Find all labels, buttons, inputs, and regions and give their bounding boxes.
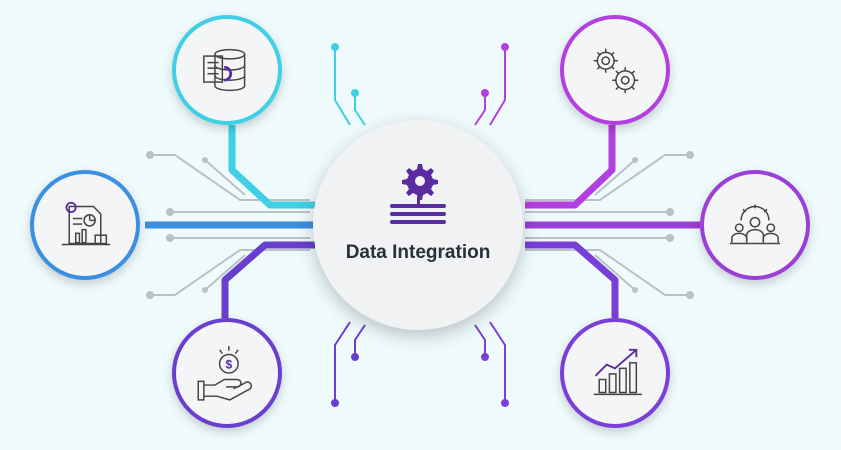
integration-diagram: $ Data Integration: [0, 0, 841, 450]
payment-node: $: [172, 318, 282, 428]
connector-settings: [525, 125, 616, 209]
bottom-right-circuit: [474, 321, 506, 403]
team-node: [700, 170, 810, 280]
hub-title: Data Integration: [345, 242, 491, 263]
growth-chart-icon: [593, 348, 642, 396]
gears-icon: [593, 48, 639, 94]
connector-database: [228, 125, 315, 209]
report-chart-icon: [61, 201, 111, 246]
connector-growth: [525, 241, 619, 318]
data-integration-hub: Data Integration: [313, 120, 523, 330]
svg-text:$: $: [226, 357, 233, 371]
gear-server-icon: [390, 164, 446, 224]
top-right-circuit: [474, 47, 506, 126]
hand-dollar-coin-icon: $: [197, 346, 253, 401]
settings-node: [560, 15, 670, 125]
report-node: [30, 170, 140, 280]
connector-payment: [221, 241, 315, 318]
top-left-circuit: [334, 47, 366, 126]
database-document-icon: [203, 48, 246, 92]
bottom-left-circuit: [334, 321, 366, 403]
growth-node: [560, 318, 670, 428]
team-gear-icon: [729, 204, 781, 245]
database-node: [172, 15, 282, 125]
